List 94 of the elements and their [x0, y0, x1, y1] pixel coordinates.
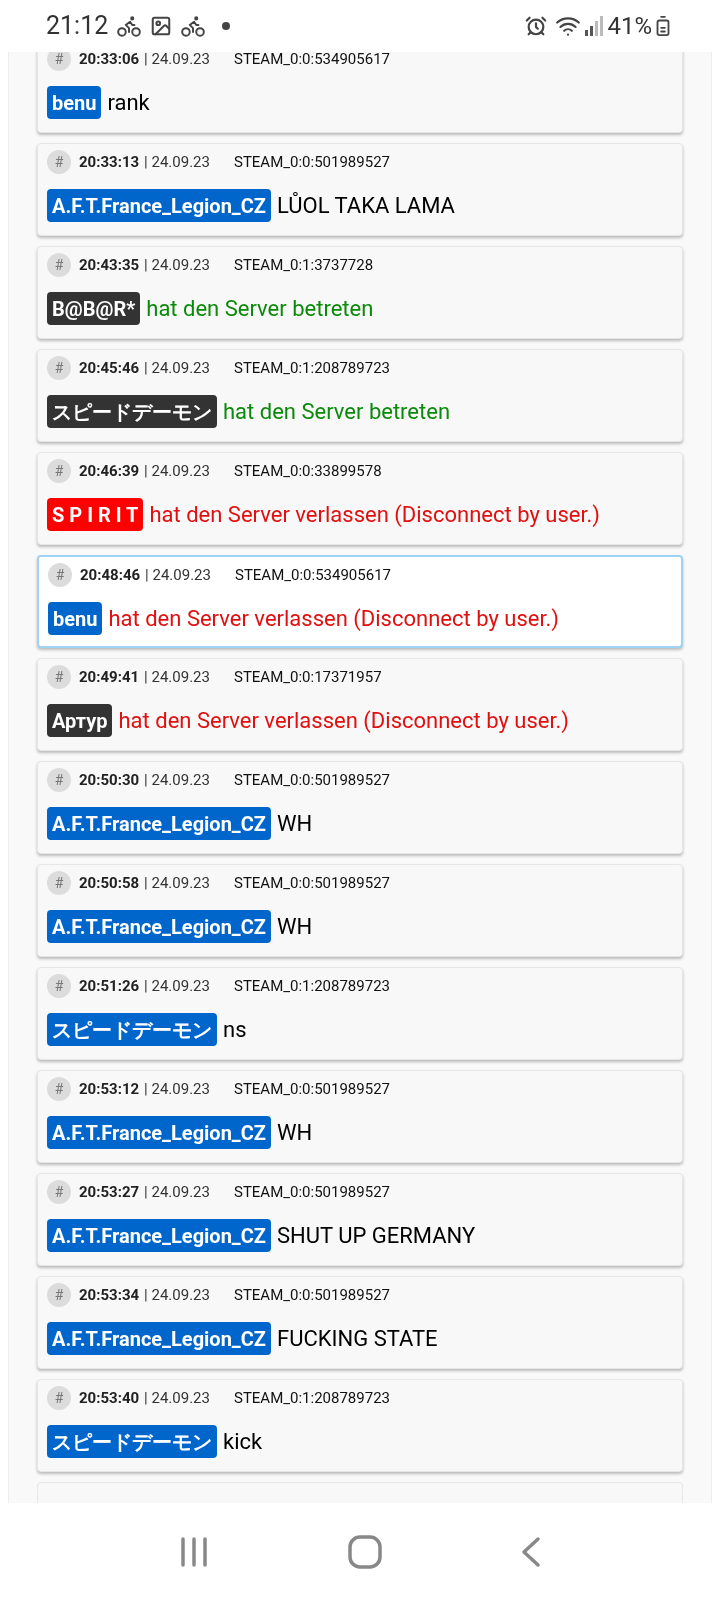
home-icon[interactable]	[348, 1534, 382, 1569]
log-date: | 24.09.23	[144, 1387, 210, 1409]
log-message: hat den Server betreten	[223, 398, 451, 426]
log-message: LŮOL TAKA LAMA	[277, 191, 455, 220]
log-time: 20:33:13	[79, 151, 140, 173]
log-time: 20:43:35	[79, 254, 140, 276]
log-message: hat den Server verlassen (Disconnect by user.)	[118, 707, 570, 735]
log-message: WH	[277, 810, 313, 838]
steam-id: STEAM_0:1:3737728	[233, 254, 374, 276]
log-date: | 24.09.23	[144, 1284, 210, 1306]
hash-icon: #	[47, 1283, 71, 1307]
hash-icon: #	[48, 563, 72, 587]
steam-id: STEAM_0:1:208789723	[233, 1387, 390, 1409]
bike-icon	[180, 13, 207, 39]
hash-icon: #	[47, 52, 71, 71]
hash-icon: #	[47, 356, 71, 380]
log-time: 20:49:41	[79, 666, 140, 688]
player-name: B@B@R*	[47, 292, 141, 325]
steam-id: STEAM_0:0:17371957	[233, 666, 382, 688]
steam-id: STEAM_0:0:501989527	[233, 769, 390, 791]
log-date: | 24.09.23	[144, 872, 210, 894]
battery-percent: 41%	[607, 11, 652, 42]
log-message: kick	[223, 1428, 263, 1456]
log-time: 20:45:46	[79, 357, 140, 379]
player-name: スピードデーモン	[47, 1013, 217, 1046]
log-time: 20:46:39	[79, 460, 140, 482]
steam-id: STEAM_0:0:501989527	[233, 151, 390, 173]
steam-id: STEAM_0:0:501989527	[233, 1078, 390, 1100]
steam-id: STEAM_0:0:501989527	[233, 1284, 390, 1306]
hash-icon: #	[47, 974, 71, 998]
hash-icon: #	[47, 768, 71, 792]
back-icon[interactable]	[520, 1535, 541, 1568]
log-date: | 24.09.23	[144, 975, 210, 997]
hash-icon: #	[47, 459, 71, 483]
log-time: 20:51:26	[79, 975, 140, 997]
hash-icon: #	[47, 1077, 71, 1101]
log-message: WH	[277, 1119, 313, 1147]
hash-icon: #	[47, 1386, 71, 1410]
steam-id: STEAM_0:1:208789723	[233, 357, 390, 379]
log-date: | 24.09.23	[144, 1181, 210, 1203]
log-time: 20:48:46	[80, 564, 141, 586]
hash-icon: #	[47, 871, 71, 895]
player-name: S P I R I T	[47, 498, 144, 531]
player-name: Артур	[47, 704, 113, 737]
log-date: | 24.09.23	[145, 564, 211, 586]
recent-apps-icon[interactable]	[179, 1535, 210, 1568]
log-date: | 24.09.23	[144, 1078, 210, 1100]
player-name: スピードデーモン	[47, 1425, 217, 1458]
log-time: 20:53:40	[79, 1387, 140, 1409]
hash-icon: #	[47, 253, 71, 277]
player-name: A.F.T.France_Legion_CZ	[47, 189, 271, 222]
log-time: 20:53:27	[79, 1181, 140, 1203]
player-name: benu	[47, 86, 102, 119]
hash-icon: #	[47, 665, 71, 689]
log-message: rank	[107, 89, 150, 117]
image-icon	[150, 15, 173, 37]
log-date: | 24.09.23	[144, 769, 210, 791]
log-message: WH	[277, 913, 313, 941]
steam-id: STEAM_0:0:501989527	[233, 872, 390, 894]
log-date: | 24.09.23	[144, 254, 210, 276]
log-time: 20:50:30	[79, 769, 140, 791]
steam-id: STEAM_0:0:33899578	[233, 460, 382, 482]
player-name: A.F.T.France_Legion_CZ	[47, 1116, 271, 1149]
log-time: 20:33:06	[79, 52, 140, 70]
log-time: 20:50:58	[79, 872, 140, 894]
player-name: A.F.T.France_Legion_CZ	[47, 1219, 271, 1252]
log-message: hat den Server verlassen (Disconnect by user.)	[108, 605, 559, 633]
log-message: hat den Server betreten	[146, 295, 374, 323]
log-message: ns	[223, 1016, 247, 1044]
steam-id: STEAM_0:0:534905617	[233, 52, 390, 70]
steam-id: STEAM_0:0:501989527	[233, 1181, 390, 1203]
clock: 21:12	[46, 10, 109, 43]
player-name: A.F.T.France_Legion_CZ	[47, 807, 271, 840]
hash-icon: #	[47, 1180, 71, 1204]
log-date: | 24.09.23	[144, 460, 210, 482]
alarm-icon	[525, 15, 548, 37]
log-time: 20:53:34	[79, 1284, 140, 1306]
log-date: | 24.09.23	[144, 357, 210, 379]
player-name: benu	[48, 602, 103, 635]
signal-icon	[585, 16, 604, 36]
bike-icon	[116, 13, 143, 39]
log-date: | 24.09.23	[144, 52, 210, 70]
log-time: 20:53:12	[79, 1078, 140, 1100]
player-name: A.F.T.France_Legion_CZ	[47, 1322, 271, 1355]
steam-id: STEAM_0:0:534905617	[234, 564, 391, 586]
steam-id: STEAM_0:1:208789723	[233, 975, 390, 997]
log-date: | 24.09.23	[144, 666, 210, 688]
log-message: SHUT UP GERMANY	[277, 1222, 476, 1250]
player-name: スピードデーモン	[47, 395, 217, 428]
hash-icon: #	[47, 150, 71, 174]
log-date: | 24.09.23	[144, 151, 210, 173]
log-message: FUCKING STATE	[277, 1325, 438, 1353]
player-name: A.F.T.France_Legion_CZ	[47, 910, 271, 943]
log-message: hat den Server verlassen (Disconnect by user.)	[149, 501, 600, 529]
